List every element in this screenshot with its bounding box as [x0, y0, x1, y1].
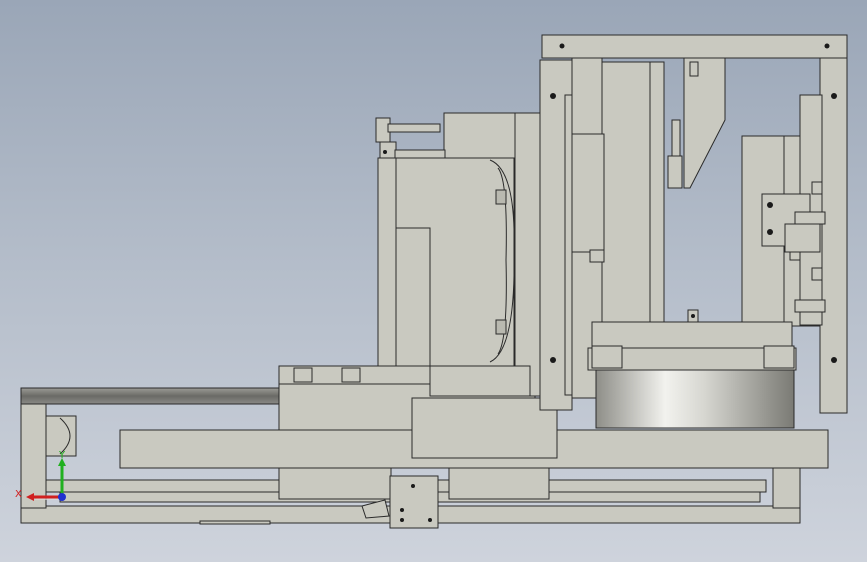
- inclined-bracket: [667, 57, 726, 189]
- z-axis-dot: [58, 493, 66, 501]
- right-blocks: [741, 94, 826, 327]
- cad-viewport[interactable]: X Y: [0, 0, 867, 562]
- guide-rod: [20, 387, 287, 405]
- turntable: [587, 309, 797, 429]
- machine-drawing: X Y: [15, 34, 848, 529]
- top-clamp: [375, 117, 446, 159]
- x-axis-label: X: [15, 489, 22, 500]
- side-housing: [377, 157, 531, 397]
- y-axis-label: Y: [58, 450, 66, 461]
